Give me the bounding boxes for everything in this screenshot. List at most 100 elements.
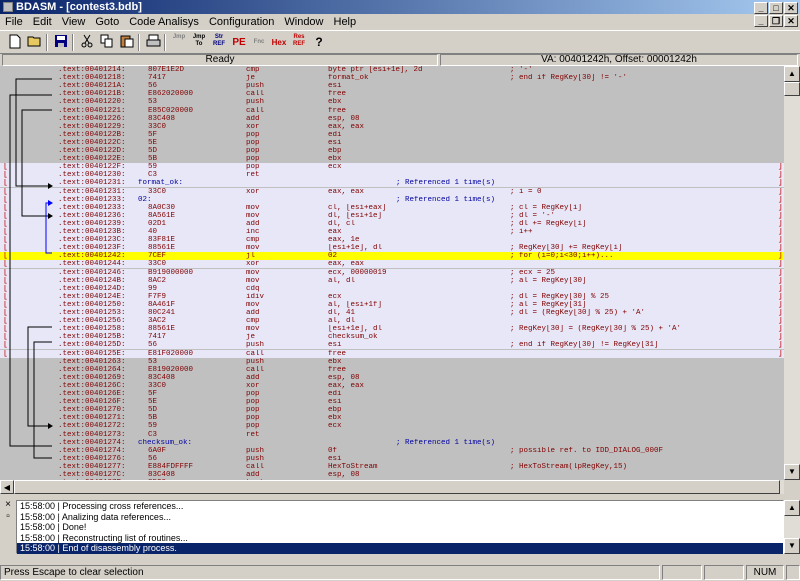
code-row[interactable]: .text:00401214: 807E1E2D cmp byte ptr [esi+… [0, 66, 784, 75]
code-row[interactable]: [] .text:0040125B: 7417 je checksum_ok [0, 333, 784, 342]
code-row[interactable]: [] .text:0040122F: 59 pop ecx [0, 163, 784, 172]
code-row[interactable]: .text:00401264: E819020000 call free [0, 365, 784, 374]
log-item[interactable]: 15:58:00 | Processing cross references..… [17, 501, 783, 512]
function-icon[interactable]: Fnc [250, 34, 268, 51]
code-row[interactable]: [] .text:00401246: B919000000 mov ecx, 00000… [0, 268, 784, 277]
menu-file[interactable]: File [0, 14, 28, 30]
code-row[interactable]: .text:00401272: 59 pop ecx [0, 422, 784, 431]
code-row[interactable]: .text:00401221: E85C020000 call free [0, 106, 784, 115]
code-row[interactable]: .text:0040122E: 5B pop ebx [0, 155, 784, 164]
maximize-icon[interactable]: □ [769, 2, 783, 14]
scroll-down-icon[interactable]: ▼ [784, 464, 800, 480]
menu-window[interactable]: Window [279, 14, 328, 30]
minimize-icon[interactable]: _ [754, 2, 768, 14]
log-item[interactable]: 15:58:00 | Reconstructing list of routin… [17, 533, 783, 544]
string-ref-icon[interactable]: Str REF [210, 34, 228, 51]
code-row[interactable]: [] .text:00401258: 88561E mov [esi+1e], dl; … [0, 325, 784, 334]
pe-icon[interactable]: PE [230, 34, 248, 51]
jump-icon[interactable]: Jmp [170, 34, 188, 51]
copy-icon[interactable] [98, 34, 116, 51]
scroll-thumb[interactable] [784, 82, 800, 96]
code-row[interactable]: [] .text:00401236: 8A561E mov dl, [esi+1e]; … [0, 211, 784, 220]
code-row[interactable]: [] .text:00401239: 02D1 add dl, cl; dl += Re… [0, 219, 784, 228]
log-scrollbar[interactable]: ▲ ▼ [784, 500, 800, 554]
code-row[interactable]: .text:00401273: C3 ret [0, 430, 784, 439]
scroll-up-icon[interactable]: ▲ [784, 66, 800, 82]
code-row[interactable]: .text:00401229: 33C0 xor eax, eax [0, 122, 784, 131]
code-row[interactable]: .text:00401269: 83C408 add esp, 08 [0, 373, 784, 382]
horizontal-scroll-thumb[interactable] [14, 480, 780, 494]
save-icon[interactable] [52, 34, 70, 51]
code-row[interactable]: .text:0040121B: E862020000 call free [0, 90, 784, 99]
menu-help[interactable]: Help [329, 14, 362, 30]
menu-goto[interactable]: Goto [90, 14, 124, 30]
code-row[interactable]: .text:0040122C: 5E pop esi [0, 138, 784, 147]
log-scroll-up-icon[interactable]: ▲ [784, 500, 800, 516]
code-row[interactable]: .text:00401276: 56 push esi [0, 454, 784, 463]
code-row-current[interactable]: [] .text:00401242: 7CEF jl 02; for (i=0;i<30… [0, 252, 784, 261]
code-row[interactable]: .text:00401220: 53 push ebx [0, 98, 784, 107]
cut-icon[interactable] [78, 34, 96, 51]
log-scroll-down-icon[interactable]: ▼ [784, 538, 800, 554]
mdi-minimize-icon[interactable]: _ [754, 15, 768, 27]
code-row[interactable]: [] .text:00401230: C3 ret [0, 171, 784, 180]
code-row[interactable]: [] .text:00401231: format_ok:; Referenced … [0, 179, 784, 188]
log-close-icon[interactable]: × [2, 500, 14, 510]
code-row[interactable]: .text:0040122B: 5F pop edi [0, 130, 784, 139]
code-row[interactable]: .text:00401274: checksum_ok: ; Referenced … [0, 438, 784, 447]
close-icon[interactable]: ✕ [784, 2, 798, 14]
horizontal-scrollbar[interactable]: ◀ [0, 480, 784, 494]
code-row[interactable]: .text:0040126C: 33C0 xor eax, eax [0, 381, 784, 390]
scroll-left-icon[interactable]: ◀ [0, 480, 14, 494]
log-list[interactable]: 15:58:00 | Processing cross references..… [16, 500, 784, 554]
disassembly-view[interactable]: .text:00401214: 807E1E2D cmp byte ptr [esi+… [0, 66, 784, 480]
menu-configuration[interactable]: Configuration [204, 14, 279, 30]
vertical-scrollbar[interactable]: ▲ ▼ [784, 66, 800, 480]
log-item[interactable]: 15:58:00 | Analizing data references... [17, 512, 783, 523]
code-row[interactable]: .text:00401226: 83C408 add esp, 08 [0, 114, 784, 123]
help-icon[interactable]: ? [310, 34, 328, 51]
code-row[interactable]: [] .text:00401231: 33C0 xor eax, eax; i = 0 [0, 187, 784, 196]
bracket-mark: ] [778, 211, 783, 220]
log-item-selected[interactable]: 15:58:00 | End of disassembly process. [17, 543, 783, 554]
print-icon[interactable] [144, 34, 162, 51]
code-row[interactable]: [] .text:0040125E: E81F020000 call free [0, 349, 784, 358]
open-folder-icon[interactable] [26, 34, 44, 51]
log-item[interactable]: 15:58:00 | Done! [17, 522, 783, 533]
code-row[interactable]: .text:00401218: 7417 je format_ok ; end if R… [0, 74, 784, 83]
code-row[interactable]: [] .text:00401253: 80C241 add dl, 41; dl = (… [0, 309, 784, 318]
code-row[interactable]: [] .text:00401233: 8A0C30 mov cl, [esi+eax];… [0, 203, 784, 212]
code-row[interactable]: [] .text:00401256: 3AC2 cmp al, dl [0, 317, 784, 326]
mdi-restore-icon[interactable]: ❐ [769, 15, 783, 27]
code-row[interactable]: .text:00401271: 5B pop ebx [0, 414, 784, 423]
code-row[interactable]: [] .text:0040124D: 99 cdq [0, 284, 784, 293]
menu-view[interactable]: View [57, 14, 91, 30]
code-row[interactable]: .text:00401274: 6A0F push 0f ; possible ref.… [0, 446, 784, 455]
code-row[interactable]: [] .text:0040123B: 40 inc eax; i++ [0, 228, 784, 237]
code-row[interactable]: .text:0040126E: 5F pop edi [0, 390, 784, 399]
code-row[interactable]: .text:00401263: 53 push ebx [0, 357, 784, 366]
code-row[interactable]: .text:0040122D: 5D pop ebp [0, 147, 784, 156]
code-row[interactable]: [] .text:0040123F: 88561E mov [esi+1e], dl; … [0, 244, 784, 253]
menu-edit[interactable]: Edit [28, 14, 57, 30]
mdi-close-icon[interactable]: ✕ [784, 15, 798, 27]
code-row[interactable]: .text:0040121A: 56 push esi [0, 82, 784, 91]
jump-to-icon[interactable]: Jmp To [190, 34, 208, 51]
code-row[interactable]: [] .text:0040125D: 56 push esi; end if RegKe… [0, 341, 784, 350]
hex-icon[interactable]: Hex [270, 34, 288, 51]
new-file-icon[interactable] [6, 34, 24, 51]
code-row[interactable]: [] .text:0040124E: F7F9 idiv ecx; dl = RegKe… [0, 292, 784, 301]
code-row[interactable]: [] .text:0040123C: 83F81E cmp eax, 1e [0, 236, 784, 245]
paste-icon[interactable] [118, 34, 136, 51]
code-row[interactable]: .text:00401277: E884FDFFFF call HexToStream… [0, 462, 784, 471]
code-row[interactable]: [] .text:00401233: 02:; Referenced 1 time(… [0, 195, 784, 204]
code-row[interactable]: [] .text:00401244: 33C0 xor eax, eax [0, 260, 784, 269]
code-row[interactable]: [] .text:00401250: 8A461F mov al, [esi+1f]; … [0, 300, 784, 309]
resource-ref-icon[interactable]: Res REF [290, 34, 308, 51]
log-pin-icon[interactable]: ▫ [2, 512, 14, 522]
code-row[interactable]: .text:0040127C: 83C408 add esp, 08 [0, 471, 784, 480]
code-row[interactable]: .text:00401270: 5D pop ebp [0, 406, 784, 415]
code-row[interactable]: [] .text:0040124B: 8AC2 mov al, dl; al = Reg… [0, 276, 784, 285]
menu-code-analisys[interactable]: Code Analisys [124, 14, 204, 30]
code-row[interactable]: .text:0040126F: 5E pop esi [0, 398, 784, 407]
